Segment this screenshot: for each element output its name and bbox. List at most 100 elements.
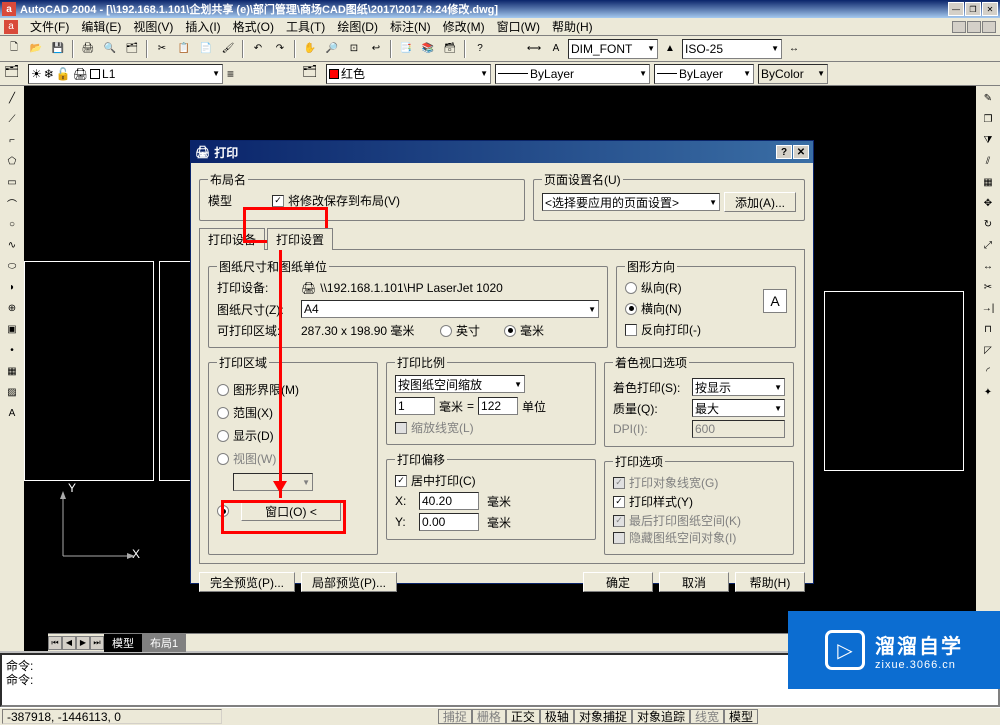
tab-prev[interactable]: ◀	[62, 636, 76, 650]
redo-icon[interactable]: ↷	[270, 39, 290, 59]
close-button[interactable]: ✕	[982, 2, 998, 16]
layermgr-icon[interactable]: 🗂	[4, 64, 24, 84]
center-checkbox[interactable]: 居中打印(C)	[395, 472, 587, 489]
menu-modify[interactable]: 修改(M)	[439, 18, 489, 35]
explode-icon[interactable]: ✦	[978, 382, 998, 402]
page-setup-combo[interactable]: <选择要应用的页面设置>▼	[542, 193, 720, 211]
mode-grid[interactable]: 栅格	[472, 709, 506, 724]
quality-combo[interactable]: 最大▼	[692, 399, 785, 417]
copy-icon[interactable]: 📋	[174, 39, 194, 59]
save-icon[interactable]: 💾	[48, 39, 68, 59]
move-icon[interactable]: ✥	[978, 193, 998, 213]
tab-print-settings[interactable]: 打印设置	[267, 228, 333, 250]
tab-layout1[interactable]: 布局1	[142, 634, 186, 652]
block-icon[interactable]: ▣	[2, 319, 22, 339]
arc-icon[interactable]: ⌒	[2, 193, 22, 213]
mode-osnap[interactable]: 对象捕捉	[574, 709, 632, 724]
undo-icon[interactable]: ↶	[248, 39, 268, 59]
matchprop-icon[interactable]: 🖌	[218, 39, 238, 59]
scale-combo[interactable]: 按图纸空间缩放▼	[395, 375, 525, 393]
tab-first[interactable]: ⏮	[48, 636, 62, 650]
lweight-combo[interactable]: ByLayer ▼	[654, 64, 754, 84]
mode-snap[interactable]: 捕捉	[438, 709, 472, 724]
menu-draw[interactable]: 绘图(D)	[333, 18, 382, 35]
pline-icon[interactable]: ⌐	[2, 130, 22, 150]
copy-icon2[interactable]: ❐	[978, 109, 998, 129]
extend-icon[interactable]: →|	[978, 298, 998, 318]
array-icon[interactable]: ▦	[978, 172, 998, 192]
dialog-help-button[interactable]: ?	[776, 145, 792, 159]
menu-window[interactable]: 窗口(W)	[493, 18, 544, 35]
cancel-button[interactable]: 取消	[659, 572, 729, 592]
mode-otrack[interactable]: 对象追踪	[632, 709, 690, 724]
unit-inch-radio[interactable]: 英寸	[440, 322, 480, 339]
limits-radio[interactable]: 图形界限(M)	[217, 381, 369, 398]
scale-icon[interactable]: ⤢	[978, 235, 998, 255]
circle-icon[interactable]: ○	[2, 214, 22, 234]
fillet-icon[interactable]: ◜	[978, 361, 998, 381]
print-icon[interactable]: 🖨	[78, 39, 98, 59]
xline-icon[interactable]: ⟋	[2, 109, 22, 129]
insert-icon[interactable]: ⊕	[2, 298, 22, 318]
offset-icon[interactable]: ⫽	[978, 151, 998, 171]
publish-icon[interactable]: 🗂	[122, 39, 142, 59]
region-icon[interactable]: ▨	[2, 382, 22, 402]
tab-next[interactable]: ▶	[76, 636, 90, 650]
y-input[interactable]: 0.00	[419, 513, 479, 531]
menu-tools[interactable]: 工具(T)	[282, 18, 329, 35]
new-icon[interactable]: 🗋	[4, 39, 24, 59]
reverse-checkbox[interactable]: 反向打印(-)	[625, 321, 787, 338]
preview-icon[interactable]: 🔍	[100, 39, 120, 59]
hatch-icon[interactable]: ▦	[2, 361, 22, 381]
tab-model[interactable]: 模型	[104, 634, 142, 652]
tp-icon[interactable]: 🗃	[440, 39, 460, 59]
add-page-button[interactable]: 添加(A)...	[724, 192, 796, 212]
trim-icon[interactable]: ✂	[978, 277, 998, 297]
scale-num-input[interactable]: 1	[395, 397, 435, 415]
opt-styles-checkbox[interactable]: 打印样式(Y)	[613, 493, 785, 510]
polygon-icon[interactable]: ⬠	[2, 151, 22, 171]
mode-model[interactable]: 模型	[724, 709, 758, 724]
cut-icon[interactable]: ✂	[152, 39, 172, 59]
ellipse-icon[interactable]: ⬭	[2, 256, 22, 276]
linetype-combo[interactable]: ByLayer ▼	[495, 64, 650, 84]
properties-icon[interactable]: 📑	[396, 39, 416, 59]
layerstack-icon[interactable]: 🗂	[302, 64, 322, 84]
mtext-icon[interactable]: A	[2, 403, 22, 423]
spline-icon[interactable]: ∿	[2, 235, 22, 255]
dim-icon[interactable]: ⟷	[524, 39, 544, 59]
layer-combo[interactable]: ☀ ❄ 🔓 🖨 L1 ▼	[28, 64, 223, 84]
full-preview-button[interactable]: 完全预览(P)...	[199, 572, 295, 592]
dc-icon[interactable]: 📚	[418, 39, 438, 59]
point-icon[interactable]: •	[2, 340, 22, 360]
mode-ortho[interactable]: 正交	[506, 709, 540, 724]
line-icon[interactable]: ╱	[2, 88, 22, 108]
iso-combo[interactable]: ISO-25▼	[682, 39, 782, 59]
menu-format[interactable]: 格式(O)	[229, 18, 278, 35]
menu-view[interactable]: 视图(V)	[129, 18, 177, 35]
chamfer-icon[interactable]: ◸	[978, 340, 998, 360]
zoomw-icon[interactable]: ⊡	[344, 39, 364, 59]
menu-edit[interactable]: 编辑(E)	[77, 18, 125, 35]
extents-radio[interactable]: 范围(X)	[217, 404, 369, 421]
menu-help[interactable]: 帮助(H)	[548, 18, 597, 35]
textstyle-icon[interactable]: A	[546, 39, 566, 59]
pan-icon[interactable]: ✋	[300, 39, 320, 59]
stretch-icon[interactable]: ↔	[978, 256, 998, 276]
doc-close[interactable]	[982, 21, 996, 33]
plotstyle-combo[interactable]: ByColor ▼	[758, 64, 828, 84]
menu-insert[interactable]: 插入(I)	[181, 18, 224, 35]
paper-size-combo[interactable]: A4▼	[301, 300, 599, 318]
tab-last[interactable]: ⏭	[90, 636, 104, 650]
dialog-close-button[interactable]: ✕	[793, 145, 809, 159]
dimstyle-combo[interactable]: DIM_FONT▼	[568, 39, 658, 59]
open-icon[interactable]: 📂	[26, 39, 46, 59]
display-radio[interactable]: 显示(D)	[217, 427, 369, 444]
layerprev-icon[interactable]: ≡	[227, 67, 234, 81]
dimtool-icon[interactable]: ▲	[660, 39, 680, 59]
mode-polar[interactable]: 极轴	[540, 709, 574, 724]
ok-button[interactable]: 确定	[583, 572, 653, 592]
mode-lwt[interactable]: 线宽	[690, 709, 724, 724]
break-icon[interactable]: ⊓	[978, 319, 998, 339]
zoomp-icon[interactable]: ↩	[366, 39, 386, 59]
